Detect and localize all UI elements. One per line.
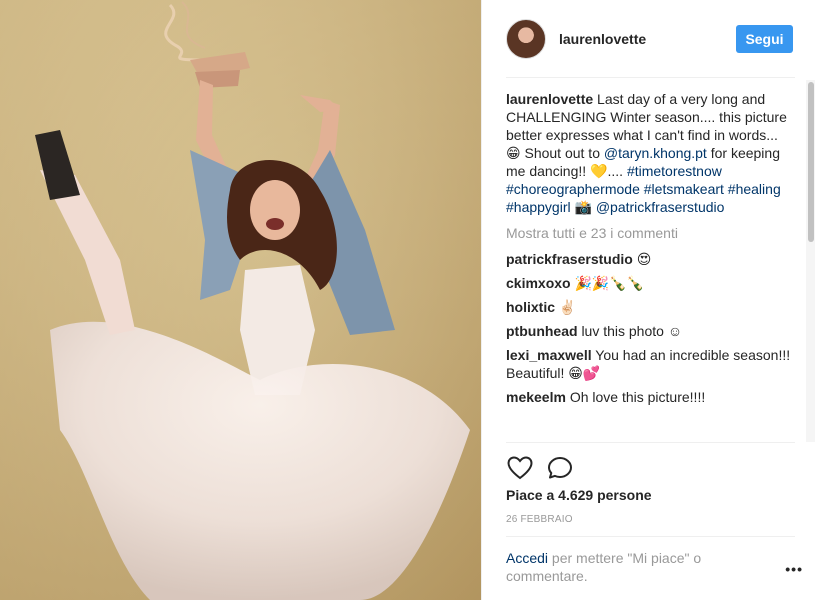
likes-count[interactable]: Piace a 4.629 persone	[506, 487, 652, 503]
comment-username[interactable]: ckimxoxo	[506, 275, 571, 291]
post-header: laurenlovette Segui	[482, 0, 818, 78]
comment-item: holixtic ✌🏻	[506, 298, 791, 316]
post-details-panel: laurenlovette Segui laurenlovette Last d…	[481, 0, 818, 600]
caption-username[interactable]: laurenlovette	[506, 91, 593, 107]
ellipsis-icon[interactable]: •••	[785, 560, 803, 578]
dancer-photo-illustration	[0, 0, 481, 600]
heart-icon[interactable]	[500, 453, 540, 483]
comment-text: 😍	[636, 251, 652, 267]
comment-text: Oh love this picture!!!!	[569, 389, 706, 405]
caption-mention-trainer[interactable]: @taryn.khong.pt	[604, 145, 707, 161]
login-link[interactable]: Accedi	[506, 550, 548, 566]
caption-mention-photographer[interactable]: @patrickfraserstudio	[596, 199, 725, 215]
post-photo[interactable]	[0, 0, 481, 600]
comment-username[interactable]: holixtic	[506, 299, 555, 315]
comment-text: 🎉🎉🍾🍾	[574, 275, 645, 291]
avatar[interactable]	[506, 19, 546, 59]
login-prompt: Accedi per mettere "Mi piace" o commenta…	[506, 536, 802, 600]
comment-username[interactable]: patrickfraserstudio	[506, 251, 633, 267]
comment-username[interactable]: lexi_maxwell	[506, 347, 592, 363]
comment-item: mekeelm Oh love this picture!!!!	[506, 388, 791, 406]
comment-username[interactable]: mekeelm	[506, 389, 566, 405]
comments-scrollbar[interactable]	[806, 80, 815, 442]
comment-item: lexi_maxwell You had an incredible seaso…	[506, 346, 791, 382]
comment-bubble-icon[interactable]	[540, 453, 580, 483]
caption: laurenlovette Last day of a very long an…	[506, 90, 791, 216]
caption-camera-emoji: 📸	[570, 199, 596, 215]
comment-item: patrickfraserstudio 😍	[506, 250, 791, 268]
comment-text: ✌🏻	[558, 299, 577, 315]
post-date: 26 FEBBRAIO	[506, 514, 573, 525]
scrollbar-thumb[interactable]	[808, 82, 814, 242]
instagram-post: laurenlovette Segui laurenlovette Last d…	[0, 0, 818, 600]
follow-button[interactable]: Segui	[736, 25, 793, 53]
view-all-comments-link[interactable]: Mostra tutti e 23 i commenti	[506, 224, 791, 242]
action-buttons	[500, 453, 580, 483]
comment-item: ptbunhead luv this photo ☺	[506, 322, 791, 340]
comment-text: luv this photo ☺	[581, 323, 683, 339]
comment-username[interactable]: ptbunhead	[506, 323, 578, 339]
comment-item: ckimxoxo 🎉🎉🍾🍾	[506, 274, 791, 292]
header-username[interactable]: laurenlovette	[559, 31, 646, 47]
comments-list: laurenlovette Last day of a very long an…	[506, 90, 791, 442]
login-prompt-text: Accedi per mettere "Mi piace" o commenta…	[506, 549, 746, 585]
